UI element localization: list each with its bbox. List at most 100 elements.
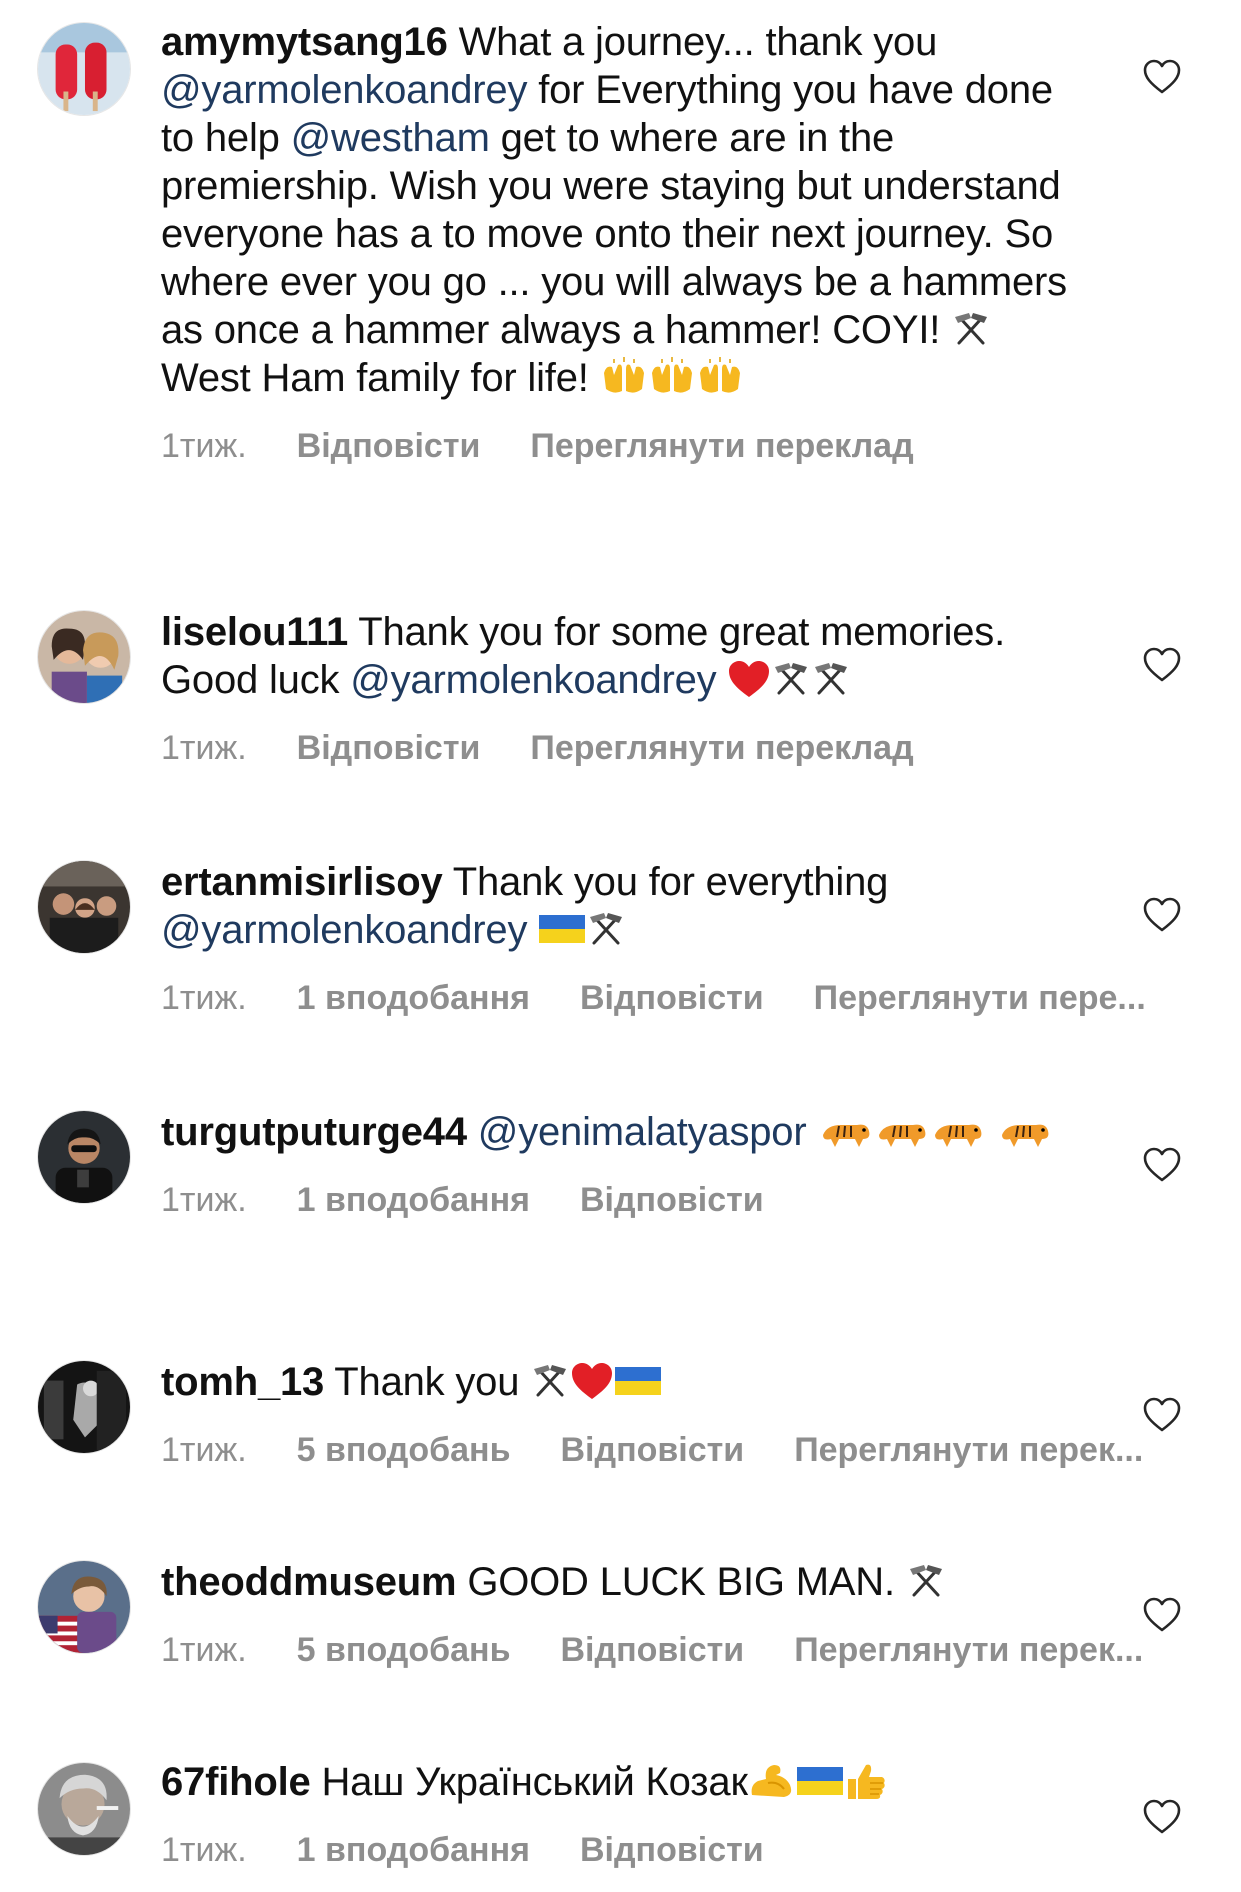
comment-text-segment: West Ham family for life! [161,356,600,400]
comment-time: 1тиж. [161,1631,247,1669]
comment-text-segment [467,1110,478,1154]
comment-text: amymytsang16 What a journey... thank you… [161,18,1091,402]
like-button[interactable] [1142,1146,1182,1184]
avatar-flag-person-icon [38,1561,130,1653]
like-button[interactable] [1142,1798,1182,1836]
ukraine-flag-emoji-icon [538,909,586,949]
comment-time: 1тиж. [161,1181,247,1219]
mention-link[interactable]: @yarmolenkoandrey [161,908,527,952]
heart-outline-icon [1143,1397,1181,1432]
like-button[interactable] [1142,1596,1182,1634]
reply-button[interactable]: Відповісти [297,729,481,767]
comment-text-segment: Наш Український Козак [310,1760,748,1804]
tiger-emoji-icon [817,1111,873,1151]
comment-username[interactable]: tomh_13 [161,1360,324,1404]
thumbs-up-emoji-icon [844,1761,888,1801]
comment-text-segment: What a journey... thank you [447,20,938,64]
raised-hands-emoji-icon [600,357,648,397]
heart-outline-icon [1143,897,1181,932]
comment-meta: 1тиж. 5 вподобань Відповісти Переглянути пе… [161,1430,1221,1470]
see-translation-button[interactable]: Переглянути переклад [530,427,913,465]
like-button[interactable] [1142,1396,1182,1434]
hammer-pick-emoji-icon [771,659,811,699]
see-translation-button[interactable]: Переглянути перек... [794,1431,1143,1469]
likes-count[interactable]: 1 вподобання [297,1831,530,1869]
tiger-emoji-icon [996,1111,1052,1151]
heart-outline-icon [1143,1597,1181,1632]
like-button[interactable] [1142,58,1182,96]
avatar[interactable] [37,1560,131,1654]
like-button[interactable] [1142,646,1182,684]
comment-time: 1тиж. [161,729,247,767]
comment-username[interactable]: amymytsang16 [161,20,448,64]
comment-text: 67fihole Наш Український Козак [161,1758,1091,1806]
red-heart-emoji-icon [727,659,771,699]
hammer-pick-emoji-icon [951,309,991,349]
comment-text: tomh_13 Thank you [161,1358,1091,1406]
likes-count[interactable]: 5 вподобань [297,1431,511,1469]
comment-username[interactable]: 67fihole [161,1760,311,1804]
reply-button[interactable]: Відповісти [580,1181,764,1219]
mention-link[interactable]: @yarmolenkoandrey [161,68,527,112]
comment-time: 1тиж. [161,979,247,1017]
comment-username[interactable]: ertanmisirlisoy [161,860,443,904]
like-button[interactable] [1142,896,1182,934]
comment-text-segment: Thank you for everything [442,860,889,904]
comment-time: 1тиж. [161,1431,247,1469]
comment-text: liselou111 Thank you for some great memo… [161,608,1091,704]
ukraine-flag-emoji-icon [796,1761,844,1801]
likes-count[interactable]: 1 вподобання [297,1181,530,1219]
red-heart-emoji-icon [570,1361,614,1401]
comment-text: ertanmisirlisoy Thank you for everything… [161,858,1091,954]
hammer-pick-emoji-icon [530,1361,570,1401]
see-translation-button[interactable]: Переглянути перек... [794,1631,1143,1669]
comment-text-segment: Thank you [324,1360,531,1404]
comment-username[interactable]: turgutputurge44 [161,1110,467,1154]
comment-text-segment [717,658,728,702]
avatar[interactable] [37,1762,131,1856]
comment-meta: 1тиж. 1 вподобання Відповісти [161,1180,1221,1220]
avatar-group-icon [38,861,130,953]
comment-time: 1тиж. [161,427,247,465]
comment-text-segment [527,908,538,952]
comment-username[interactable]: theoddmuseum [161,1560,457,1604]
reply-button[interactable]: Відповісти [560,1431,744,1469]
reply-button[interactable]: Відповісти [580,979,764,1017]
raised-hands-emoji-icon [696,357,744,397]
avatar[interactable] [37,860,131,954]
comment-meta: 1тиж. Відповісти Переглянути переклад [161,728,1221,768]
avatar-popsicles-icon [38,23,130,115]
hammer-pick-emoji-icon [811,659,851,699]
tiger-emoji-icon [929,1111,985,1151]
comment-username[interactable]: liselou111 [161,610,348,654]
mention-link[interactable]: @yenimalatyaspor [478,1110,807,1154]
reply-button[interactable]: Відповісти [297,427,481,465]
avatar-dark-room-icon [38,1361,130,1453]
comment-text-segment: GOOD LUCK BIG MAN. [456,1560,906,1604]
avatar[interactable] [37,22,131,116]
likes-count[interactable]: 1 вподобання [297,979,530,1017]
likes-count[interactable]: 5 вподобань [297,1631,511,1669]
comment-text: theoddmuseum GOOD LUCK BIG MAN. [161,1558,1091,1606]
comment-meta: 1тиж. Відповісти Переглянути переклад [161,426,1221,466]
heart-outline-icon [1143,59,1181,94]
ukraine-flag-emoji-icon [614,1361,662,1401]
hammer-pick-emoji-icon [906,1561,946,1601]
mention-link[interactable]: @yarmolenkoandrey [350,658,716,702]
heart-outline-icon [1143,1799,1181,1834]
hammer-pick-emoji-icon [586,909,626,949]
reply-button[interactable]: Відповісти [580,1831,764,1869]
avatar[interactable] [37,610,131,704]
see-translation-button[interactable]: Переглянути переклад [530,729,913,767]
raised-hands-emoji-icon [648,357,696,397]
comment-meta: 1тиж. 1 вподобання Відповісти Переглянути п… [161,978,1221,1018]
comment-time: 1тиж. [161,1831,247,1869]
avatar-two-women-icon [38,611,130,703]
avatar[interactable] [37,1110,131,1204]
mention-link[interactable]: @westham [291,116,490,160]
tiger-emoji-icon [873,1111,929,1151]
see-translation-button[interactable]: Переглянути пере... [814,979,1146,1017]
avatar[interactable] [37,1360,131,1454]
reply-button[interactable]: Відповісти [560,1631,744,1669]
avatar-old-man-icon [38,1763,130,1855]
